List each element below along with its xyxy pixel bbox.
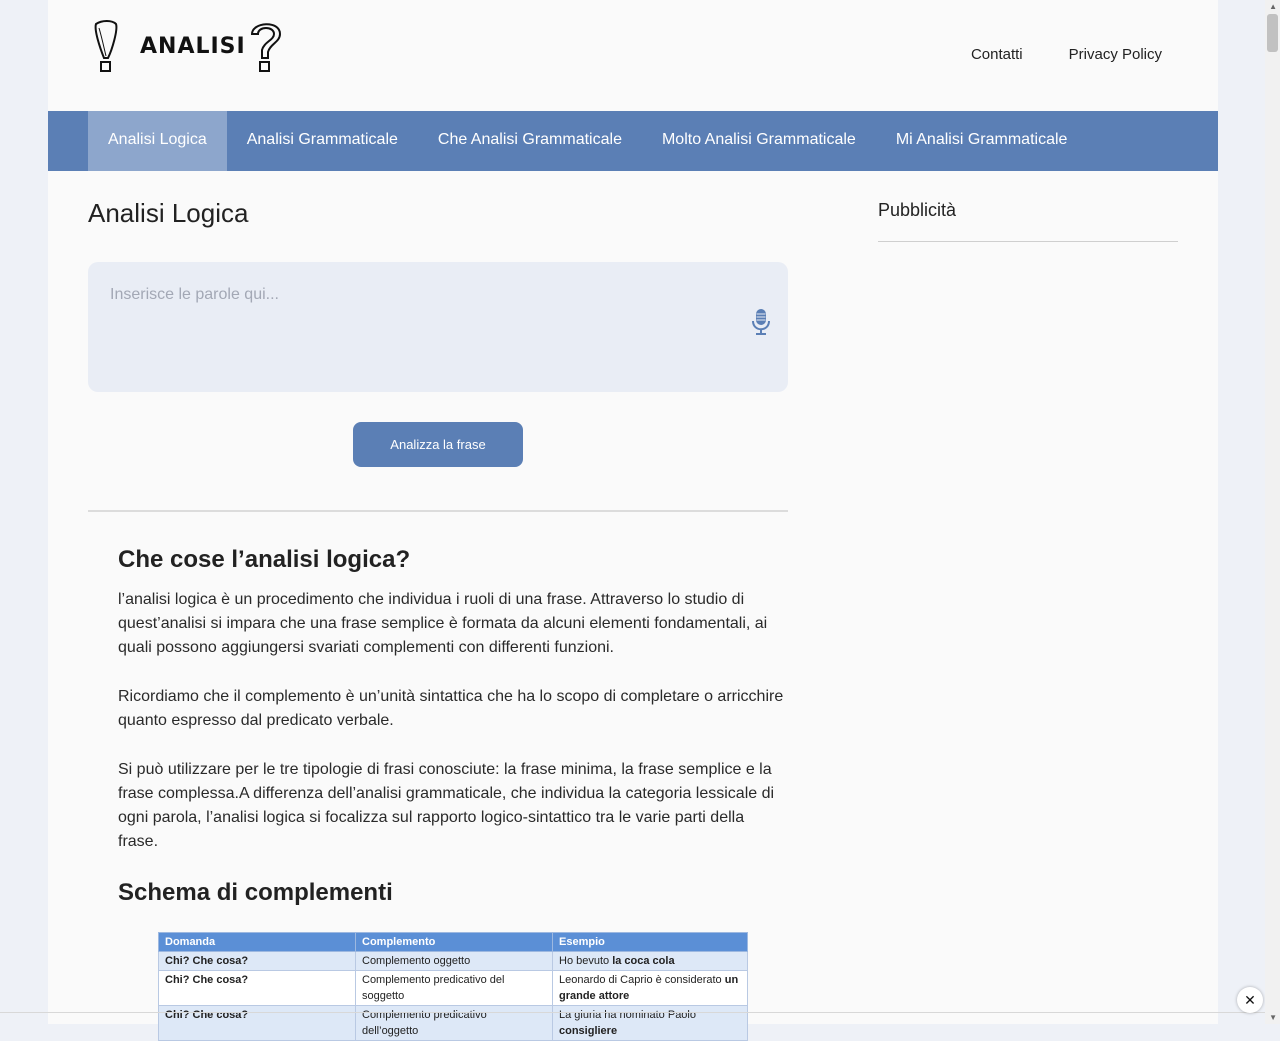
table-cell-complement: Complemento predicativo dell’oggetto: [355, 1005, 553, 1041]
microphone-icon[interactable]: [749, 308, 773, 336]
sidebar-divider: [878, 241, 1178, 242]
article-paragraph: Ricordiamo che il complemento è un’unità…: [118, 688, 784, 729]
sentence-input[interactable]: [108, 284, 732, 378]
nav-item-molto-analisi-grammaticale[interactable]: Molto Analisi Grammaticale: [642, 111, 876, 171]
table-cell-question: Chi? Che cosa?: [165, 955, 249, 967]
contatti-link[interactable]: Contatti: [971, 46, 1023, 63]
table-cell-complement: Complemento predicativo del soggetto: [355, 970, 553, 1006]
example-highlight: la coca cola: [612, 955, 675, 967]
sentence-input-box: [88, 262, 788, 392]
complements-table: Domanda Complemento Esempio Chi? Che cos…: [158, 932, 748, 1041]
article-heading-schema: Schema di complementi: [118, 879, 393, 906]
top-links: Contatti Privacy Policy: [971, 46, 1162, 63]
privacy-policy-link[interactable]: Privacy Policy: [1069, 46, 1162, 63]
scroll-thumb[interactable]: [1267, 14, 1278, 52]
page-container: ANALISI Contatti Privacy Policy Analisi …: [48, 0, 1218, 1041]
nav-item-analisi-logica[interactable]: Analisi Logica: [88, 111, 227, 171]
table-cell-example: Ho bevuto la coca cola: [552, 951, 748, 971]
nav-item-mi-analisi-grammaticale[interactable]: Mi Analisi Grammaticale: [876, 111, 1088, 171]
page-title: Analisi Logica: [88, 198, 249, 228]
table-cell-example: Leonardo di Caprio è considerato un gran…: [552, 970, 748, 1006]
page-scrollbar[interactable]: ▲ ▼: [1265, 0, 1280, 1024]
exclamation-logo-icon: [94, 20, 118, 72]
example-text: La giuria ha nominato Paolo: [559, 1009, 696, 1021]
sidebar-title: Pubblicità: [878, 200, 957, 220]
article-paragraph: l’analisi logica è un procedimento che i…: [118, 591, 768, 656]
table-row: Chi? Che cosa? Complemento predicativo d…: [158, 970, 748, 1006]
bottom-ad-border: [0, 1012, 1265, 1013]
table-row: Chi? Che cosa? Complemento predicativo d…: [158, 1005, 748, 1041]
site-logo[interactable]: ANALISI: [88, 20, 288, 76]
table-header-domanda: Domanda: [158, 932, 356, 952]
main-nav: Analisi Logica Analisi Grammaticale Che …: [48, 111, 1218, 171]
article-paragraph: Si può utilizzare per le tre tipologie d…: [118, 761, 775, 850]
article-heading-what-is: Che cose l’analisi logica?: [118, 546, 411, 573]
nav-item-che-analisi-grammaticale[interactable]: Che Analisi Grammaticale: [418, 111, 642, 171]
close-ad-button[interactable]: ✕: [1237, 987, 1263, 1013]
table-header-esempio: Esempio: [552, 932, 748, 952]
table-row: Chi? Che cosa? Complemento oggetto Ho be…: [158, 951, 748, 971]
table-cell-example: La giuria ha nominato Paolo consigliere: [552, 1005, 748, 1041]
article-content: Che cose l’analisi logica? l’analisi log…: [118, 540, 788, 925]
logo-wordmark: ANALISI: [140, 34, 246, 59]
nav-item-analisi-grammaticale[interactable]: Analisi Grammaticale: [227, 111, 418, 171]
example-highlight: consigliere: [559, 1025, 618, 1037]
question-logo-icon: [250, 23, 282, 72]
table-cell-question: Chi? Che cosa?: [165, 1009, 249, 1021]
site-header: ANALISI Contatti Privacy Policy: [48, 0, 1218, 111]
table-cell-question: Chi? Che cosa?: [165, 974, 249, 986]
scroll-up-arrow-icon[interactable]: ▲: [1269, 2, 1277, 11]
scroll-down-arrow-icon[interactable]: ▼: [1269, 1013, 1277, 1022]
table-cell-complement: Complemento oggetto: [355, 951, 553, 971]
example-text: Leonardo di Caprio è considerato: [559, 974, 725, 986]
content-divider: [88, 510, 788, 512]
example-text: Ho bevuto: [559, 955, 613, 967]
table-header-complemento: Complemento: [355, 932, 553, 952]
analyze-button[interactable]: Analizza la frase: [353, 422, 523, 467]
